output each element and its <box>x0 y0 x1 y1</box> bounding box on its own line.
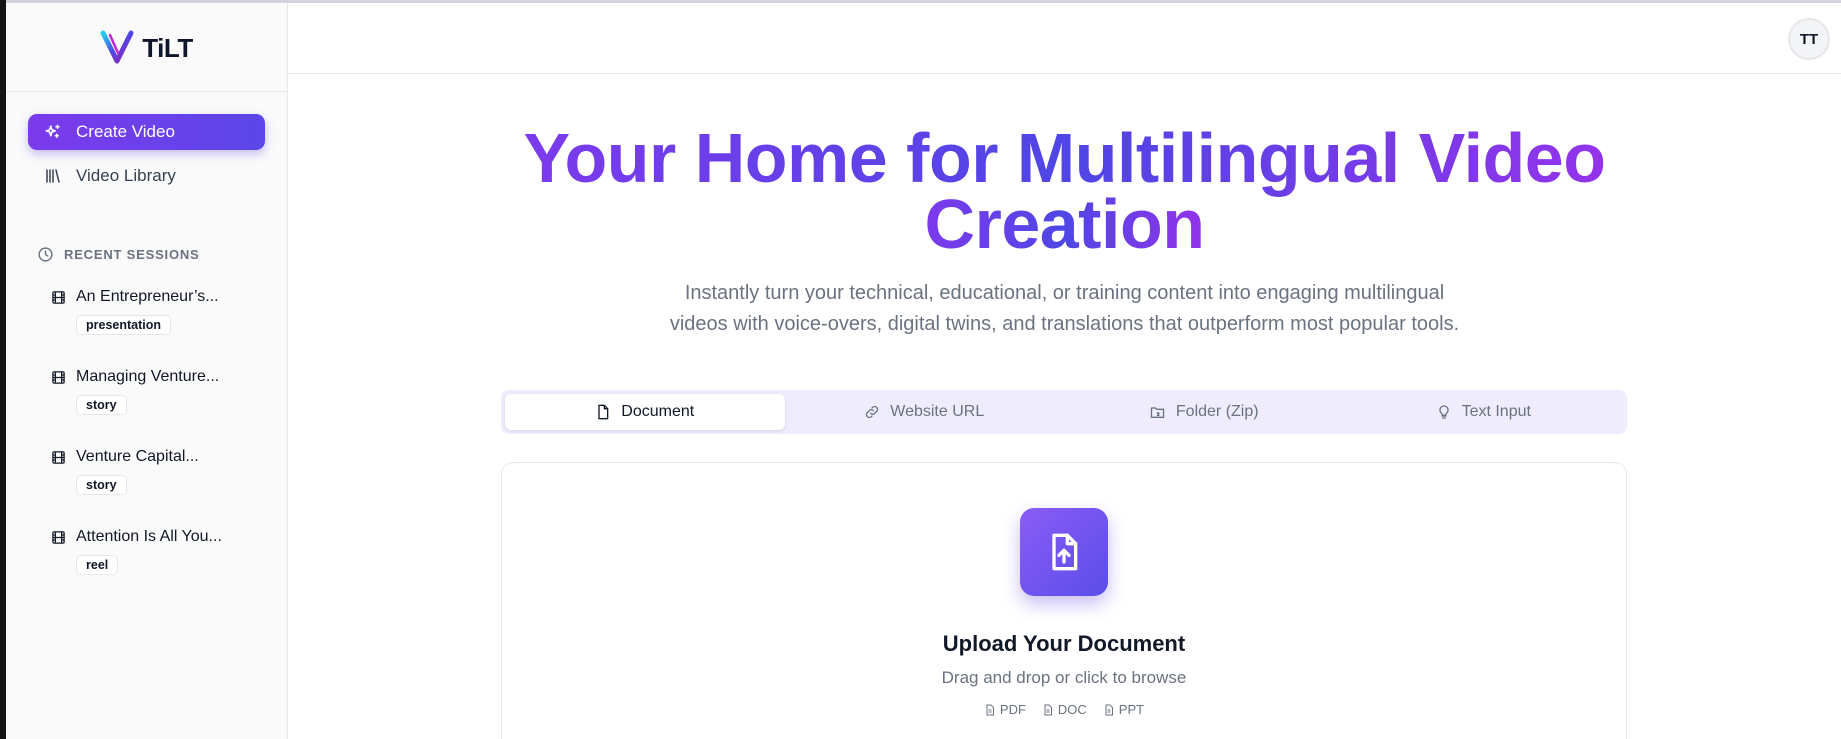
format-doc: DOC <box>1042 702 1087 717</box>
tab-document[interactable]: Document <box>505 394 785 430</box>
library-icon <box>44 167 62 185</box>
brand-name: TiLT <box>142 32 193 63</box>
film-icon <box>52 290 65 304</box>
upload-subtitle: Drag and drop or click to browse <box>941 668 1187 687</box>
upload-title: Upload Your Document <box>942 631 1186 656</box>
format-ppt: PPT <box>1103 702 1144 717</box>
tab-folder-zip[interactable]: Folder (Zip) <box>1064 394 1344 430</box>
file-upload-icon <box>1020 508 1108 596</box>
session-item[interactable]: Venture Capital... story <box>51 445 287 495</box>
format-pdf-label: PDF <box>999 702 1026 717</box>
session-name: Venture Capital... <box>76 448 199 465</box>
tab-text-input-label: Text Input <box>1461 403 1531 420</box>
sidebar: TiLT Create Video Video Library RECENT S… <box>6 3 288 739</box>
upload-dropzone[interactable]: Upload Your Document Drag and drop or cl… <box>501 462 1627 739</box>
recent-sessions-label: RECENT SESSIONS <box>64 247 200 262</box>
nav-create-video-label: Create Video <box>76 122 175 141</box>
hero-subtitle-line-2: videos with voice-overs, digital twins, … <box>669 313 1460 335</box>
nav-video-library[interactable]: Video Library <box>28 158 265 194</box>
recent-sessions-heading: RECENT SESSIONS <box>37 246 287 263</box>
format-doc-label: DOC <box>1057 702 1087 717</box>
format-ppt-label: PPT <box>1118 702 1145 717</box>
input-source-tabs: Document Website URL Folder (Zip) Text I… <box>501 390 1627 434</box>
recent-sessions-list: An Entrepreneur’s... presentation Managi… <box>6 285 287 575</box>
hero-title-line-2: Creation <box>924 185 1205 263</box>
session-name: Managing Venture... <box>76 368 220 385</box>
brand-logo[interactable]: TiLT <box>6 3 287 92</box>
tab-folder-zip-label: Folder (Zip) <box>1175 403 1259 420</box>
tab-document-label: Document <box>621 403 695 420</box>
app-window: TiLT Create Video Video Library RECENT S… <box>0 0 1841 739</box>
session-item[interactable]: Attention Is All You... reel <box>51 525 287 575</box>
file-icon <box>1044 704 1052 715</box>
sparkles-icon <box>44 123 62 141</box>
hero-subtitle: Instantly turn your technical, education… <box>288 278 1841 340</box>
tab-website-url[interactable]: Website URL <box>785 394 1065 430</box>
link-icon <box>866 405 879 419</box>
session-item[interactable]: Managing Venture... story <box>51 365 287 415</box>
session-type-badge: story <box>76 475 127 495</box>
session-type-badge: reel <box>76 555 119 575</box>
film-icon <box>52 450 65 464</box>
file-icon <box>1105 704 1113 715</box>
hero-subtitle-line-1: Instantly turn your technical, education… <box>684 282 1445 304</box>
main-content: Your Home for Multilingual Video Creatio… <box>288 74 1841 739</box>
hero-title: Your Home for Multilingual Video Creatio… <box>288 123 1841 259</box>
folder-zip-icon <box>1150 407 1165 418</box>
supported-formats: PDF DOC PPT <box>502 702 1626 717</box>
session-type-badge: story <box>76 395 127 415</box>
document-icon <box>598 404 609 420</box>
lightbulb-icon <box>1438 405 1449 419</box>
nav-video-library-label: Video Library <box>76 166 176 185</box>
film-icon <box>52 530 65 544</box>
session-type-badge: presentation <box>76 315 172 335</box>
file-icon <box>986 704 994 715</box>
tilt-logo-icon <box>100 30 134 64</box>
session-name: Attention Is All You... <box>76 528 222 545</box>
film-icon <box>52 370 65 384</box>
user-avatar[interactable]: TT <box>1788 18 1830 60</box>
session-name: An Entrepreneur’s... <box>76 288 219 305</box>
session-item[interactable]: An Entrepreneur’s... presentation <box>51 285 287 335</box>
sidebar-nav: Create Video Video Library <box>6 92 287 194</box>
nav-create-video[interactable]: Create Video <box>28 114 265 150</box>
top-bar: TT <box>288 3 1841 74</box>
tab-website-url-label: Website URL <box>890 403 985 420</box>
clock-icon <box>38 247 53 262</box>
format-pdf: PDF <box>984 702 1026 717</box>
tab-text-input[interactable]: Text Input <box>1344 394 1624 430</box>
